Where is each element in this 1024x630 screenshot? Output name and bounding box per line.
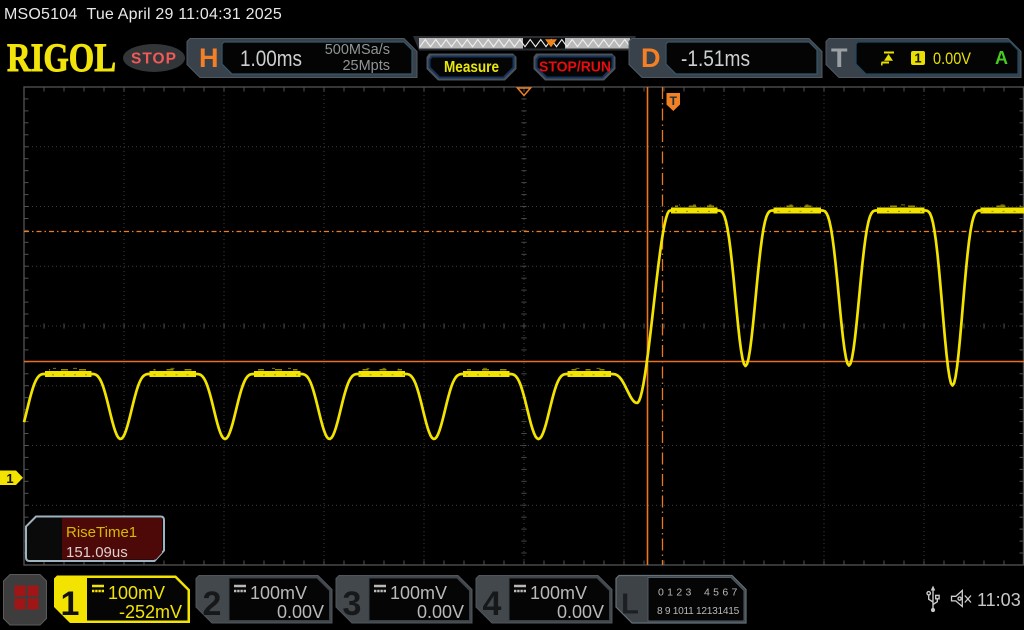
svg-text:T: T — [670, 94, 678, 108]
svg-text:-252mV: -252mV — [119, 602, 182, 622]
svg-text:100mV: 100mV — [530, 583, 587, 603]
svg-text:-1.51ms: -1.51ms — [681, 46, 750, 71]
svg-text:8 9 1011 12131415: 8 9 1011 12131415 — [657, 606, 740, 617]
svg-text:4 5 6 7: 4 5 6 7 — [704, 587, 738, 599]
svg-text:4: 4 — [483, 585, 502, 623]
svg-text:RiseTime1: RiseTime1 — [66, 524, 137, 541]
svg-text:1: 1 — [914, 51, 921, 66]
svg-text:0.00V: 0.00V — [557, 602, 604, 622]
svg-text:STOP/RUN: STOP/RUN — [539, 59, 611, 76]
svg-text:Measure: Measure — [444, 59, 499, 76]
svg-text:A: A — [995, 48, 1008, 68]
svg-text:H: H — [199, 43, 219, 73]
svg-text:100mV: 100mV — [390, 583, 447, 603]
svg-text:11:03: 11:03 — [977, 590, 1021, 610]
svg-text:RIGOL: RIGOL — [7, 36, 116, 80]
svg-text:100mV: 100mV — [250, 583, 307, 603]
svg-text:1.00ms: 1.00ms — [240, 46, 302, 71]
svg-text:0.00V: 0.00V — [417, 602, 464, 622]
svg-text:L: L — [621, 589, 639, 621]
svg-text:3: 3 — [343, 585, 362, 623]
svg-text:500MSa/s: 500MSa/s — [325, 42, 390, 58]
svg-text:STOP: STOP — [131, 51, 177, 68]
svg-text:25Mpts: 25Mpts — [342, 58, 390, 74]
svg-text:1: 1 — [61, 585, 80, 623]
svg-text:2: 2 — [203, 585, 222, 623]
svg-text:0.00V: 0.00V — [277, 602, 324, 622]
svg-text:0.00V: 0.00V — [933, 49, 972, 68]
svg-text:1: 1 — [6, 471, 13, 486]
svg-text:100mV: 100mV — [108, 583, 165, 603]
svg-text:0 1 2 3: 0 1 2 3 — [658, 587, 692, 599]
svg-text:151.09us: 151.09us — [66, 544, 128, 561]
svg-text:D: D — [641, 43, 661, 73]
svg-text:T: T — [831, 43, 848, 73]
